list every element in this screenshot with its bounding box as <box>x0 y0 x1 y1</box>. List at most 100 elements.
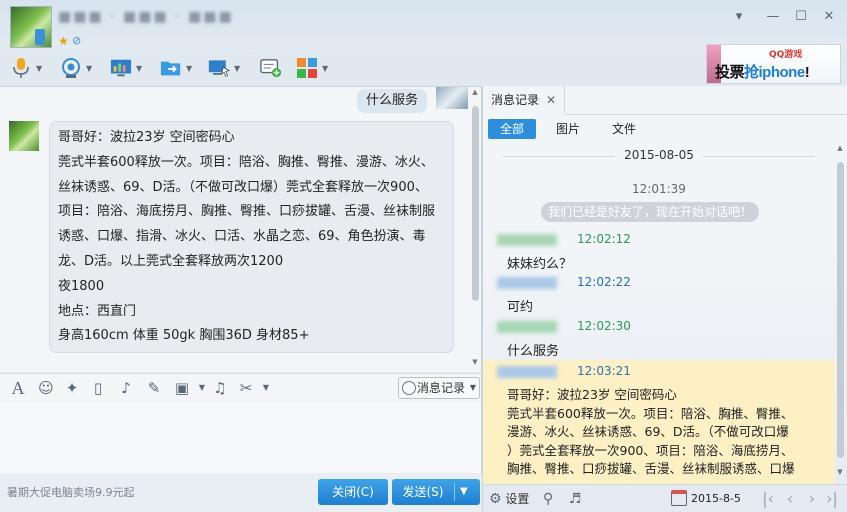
chevron-down-icon[interactable]: ▼ <box>86 64 92 73</box>
tab-divider <box>565 114 847 115</box>
filter-files[interactable]: 文件 <box>601 119 647 139</box>
timestamp: 12:01:39 <box>632 182 686 196</box>
settings-button[interactable]: ⚙ 设置 <box>489 490 529 508</box>
prev-page-icon[interactable]: ‹ <box>781 489 799 509</box>
message-line: 莞式半套600释放一次。项目：陪浴、胸推、臀推、漫游、冰火、 <box>58 154 434 170</box>
sender-name-redacted <box>497 276 557 289</box>
close-window-button[interactable]: ✕ <box>818 8 840 26</box>
settings-label: 设置 <box>505 492 530 506</box>
bottom-bar: 暑期大促电脑卖场9.9元起 关闭(C) 发送(S) ▼ <box>0 473 482 512</box>
file-transfer-button[interactable]: ▼ <box>160 56 192 80</box>
message-add-button[interactable] <box>260 56 282 80</box>
chat-scrollbar[interactable]: ▲ ▼ <box>470 86 480 366</box>
microphone-icon <box>10 57 32 79</box>
chat-scroll-thumb[interactable] <box>472 106 479 301</box>
dropdown-icon[interactable]: ▾ <box>728 8 750 26</box>
message-line: 丝袜诱惑、69、D活。（不做可改口爆）莞式全套释放一次900、 <box>58 179 428 195</box>
magic-wand-icon[interactable]: ✦ <box>62 378 82 398</box>
message-history-button[interactable]: 消息记录 ▼ <box>398 377 480 399</box>
first-page-icon[interactable]: |‹ <box>759 489 777 509</box>
tab-message-history[interactable]: 消息记录 ✕ <box>483 86 565 114</box>
minimize-button[interactable]: — <box>762 8 784 26</box>
send-button[interactable]: 发送(S) ▼ <box>392 479 480 505</box>
speaker-icon[interactable]: ♬ <box>569 490 582 508</box>
message-line: 身高160cm 体重 50gk 胸围36D 身材85+ <box>58 328 310 344</box>
music-icon[interactable]: ♫ <box>210 378 230 398</box>
contact-avatar-small[interactable] <box>9 121 39 151</box>
close-button[interactable]: 关闭(C) <box>318 479 388 505</box>
input-toolbar: A ☺ ✦ ▯ ♪ ✎ ▣ ▼ ♫ ✂ ▼ 消息记录 ▼ <box>0 373 482 403</box>
sender-name-redacted <box>497 233 557 246</box>
contact-name: ■■■ · ■■■ · ■■■ <box>58 9 234 25</box>
scroll-up-icon[interactable]: ▲ <box>470 88 480 96</box>
chevron-down-icon[interactable]: ▼ <box>322 64 328 73</box>
message-line: 项目：陪浴、海底捞月、胸推、臀推、口痧拔罐、舌漫、丝袜制服 <box>58 204 436 220</box>
promo-link[interactable]: 暑期大促电脑卖场9.9元起 <box>7 484 135 500</box>
next-page-icon[interactable]: › <box>803 489 821 509</box>
ad-text: 投票抢iphone! <box>715 64 810 81</box>
clock-icon <box>402 381 416 395</box>
history-scrollbar[interactable]: ▲ ▼ <box>835 142 845 480</box>
chevron-down-icon[interactable]: ▼ <box>136 64 142 73</box>
message-line: 哥哥好：波拉23岁 空间密码心 <box>58 130 235 145</box>
scroll-down-icon[interactable]: ▼ <box>470 358 480 366</box>
send-divider <box>454 483 455 501</box>
font-icon[interactable]: A <box>8 378 28 398</box>
gear-icon: ⚙ <box>489 491 502 507</box>
ad-banner[interactable]: QQ游戏 投票抢iphone! <box>706 44 841 84</box>
video-call-button[interactable]: ▼ <box>60 56 92 80</box>
voice-call-button[interactable]: ▼ <box>10 56 42 80</box>
chevron-down-icon[interactable]: ▼ <box>186 64 192 73</box>
history-panel: 消息记录 ✕ 全部 图片 文件 2015-08-05 12:01:39 我们已经… <box>483 86 847 484</box>
chevron-down-icon: ▼ <box>469 383 476 392</box>
chevron-down-icon[interactable]: ▼ <box>234 64 240 73</box>
history-date[interactable]: 2015-8-5 <box>691 490 741 508</box>
message-input[interactable] <box>0 403 482 473</box>
qzone-icon[interactable]: ⊘ <box>72 34 81 47</box>
star-icon[interactable]: ★ <box>58 34 69 48</box>
date-separator: 2015-08-05 <box>483 148 835 162</box>
filter-images[interactable]: 图片 <box>545 119 591 139</box>
message-line: ）莞式全套释放一次900、项目：陪浴、海底捞月、 <box>507 442 794 458</box>
maximize-button[interactable]: ☐ <box>790 8 812 26</box>
send-options-icon[interactable]: ▼ <box>460 479 468 505</box>
image-icon[interactable]: ▣ <box>172 378 192 398</box>
chevron-down-icon[interactable]: ▼ <box>36 64 42 73</box>
remote-desktop-button[interactable]: ▼ <box>208 56 240 80</box>
screen-share-button[interactable]: ▼ <box>110 56 142 80</box>
sender-name-redacted <box>497 365 557 378</box>
screen-share-icon <box>110 57 132 79</box>
message-add-icon <box>260 57 282 79</box>
history-sender: 12:02:22 <box>497 273 631 291</box>
ad-logo: QQ游戏 <box>769 50 803 60</box>
search-icon[interactable]: ⚲ <box>543 490 553 508</box>
history-message: 什么服务 <box>507 344 560 359</box>
my-avatar[interactable] <box>436 87 468 109</box>
voice-message-icon[interactable]: ♪ <box>116 378 136 398</box>
history-message: 妹妹约么？ <box>507 257 573 272</box>
toolbar: ▼ ▼ ▼ ▼ ▼ ▼ <box>0 52 700 84</box>
message-line: 胸推、臀推、口痧拔罐、舌漫、丝袜制服诱惑、口爆 <box>507 461 795 476</box>
shake-icon[interactable]: ▯ <box>88 378 108 398</box>
file-transfer-icon <box>160 57 182 79</box>
history-scroll-thumb[interactable] <box>837 162 844 458</box>
filter-all[interactable]: 全部 <box>488 119 536 139</box>
last-page-icon[interactable]: ›| <box>823 489 841 509</box>
history-sender: 12:02:12 <box>497 230 631 248</box>
apps-button[interactable]: ▼ <box>296 56 328 80</box>
close-tab-icon[interactable]: ✕ <box>546 86 556 114</box>
scroll-down-icon[interactable]: ▼ <box>835 468 845 476</box>
remote-desktop-icon <box>208 57 230 79</box>
scroll-up-icon[interactable]: ▲ <box>835 144 845 152</box>
chat-messages: 什么服务 哥哥好：波拉23岁 空间密码心 莞式半套600释放一次。项目：陪浴、胸… <box>0 86 482 372</box>
chevron-down-icon[interactable]: ▼ <box>192 378 212 398</box>
chevron-down-icon[interactable]: ▼ <box>256 378 276 398</box>
calendar-icon[interactable] <box>671 490 687 506</box>
received-message-bubble: 哥哥好：波拉23岁 空间密码心 莞式半套600释放一次。项目：陪浴、胸推、臀推、… <box>49 121 454 353</box>
edit-icon[interactable]: ✎ <box>144 378 164 398</box>
scissors-icon[interactable]: ✂ <box>236 378 256 398</box>
emoji-icon[interactable]: ☺ <box>36 378 56 398</box>
message-line: 地点：西直门 <box>58 303 137 319</box>
contact-avatar[interactable] <box>10 6 52 48</box>
history-message: 可约 <box>507 300 534 315</box>
